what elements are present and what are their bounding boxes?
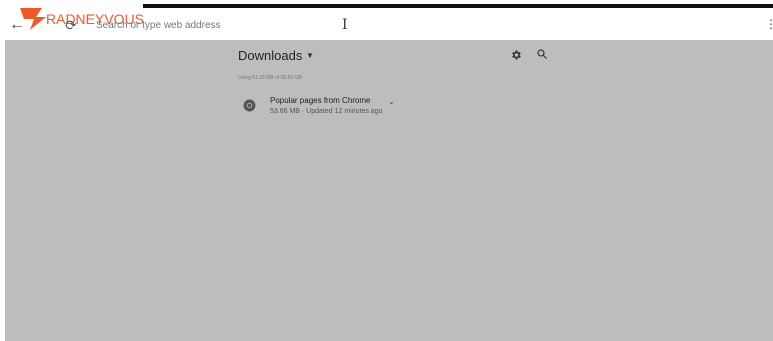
omnibox-input[interactable] [90,13,762,37]
reload-button[interactable]: ⟳ [63,17,79,33]
chrome-icon [243,99,256,112]
more-vert-icon: ⋮ [765,17,773,31]
menu-button[interactable]: ⋮ [765,18,773,30]
download-item-title[interactable]: Popular pages from Chrome [270,96,371,105]
search-icon [537,49,547,59]
title-dropdown-caret[interactable]: ▼ [306,51,314,60]
download-item-expand-button[interactable]: ⌄ [388,97,395,106]
reload-icon: ⟳ [65,17,77,33]
search-button[interactable] [536,47,548,59]
downloads-page [5,40,773,341]
page-title: Downloads [238,48,303,63]
download-item-subtitle: 53.66 MB · Updated 12 minutes ago [270,108,383,115]
text-cursor-icon: I [342,17,348,33]
settings-button[interactable] [510,48,522,60]
storage-usage-text: Using 51.18 MB of 26.80 GB [238,75,302,81]
gear-icon [512,50,521,60]
chevron-down-icon: ⌄ [388,97,395,106]
